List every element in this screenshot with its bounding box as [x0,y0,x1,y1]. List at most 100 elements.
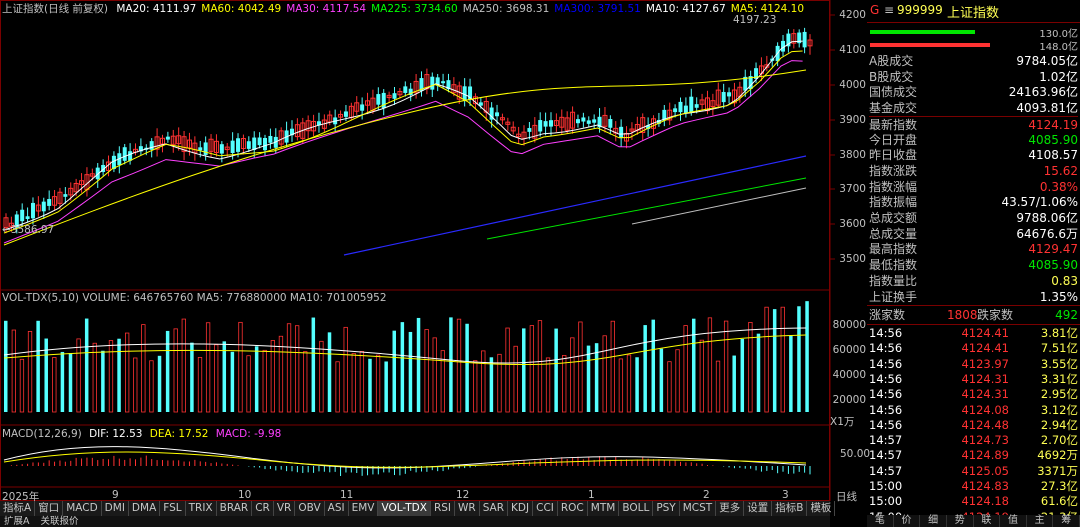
volume-bar [173,328,178,413]
candle-body [25,216,30,219]
indicator-tab[interactable]: BRAR [217,501,253,516]
volume-bar [465,323,469,412]
kline-chart[interactable] [0,0,867,501]
indicator-tab[interactable]: ROC [558,501,588,516]
indicator-tab[interactable]: MTM [588,501,620,516]
panel-tab[interactable]: 笔 [867,515,894,527]
tick-volume: 3.55亿 [1040,356,1078,371]
tick-row: 14:56 4123.97 3.55亿 [869,356,1078,372]
volume-bar [602,335,607,413]
panel-tab[interactable]: 价 [894,515,921,527]
indicator-tab[interactable]: MACD [63,501,102,516]
indicator-tab[interactable]: PSY [653,501,680,516]
ma5-line [3,50,803,234]
quote-panel: G ≡ 999999 上证指数 130.0亿 148.0亿 A股成交 9784.0… [867,0,1080,527]
candle-body [441,81,446,84]
volume-bar [473,360,478,413]
volume-bar [424,329,429,413]
indicator-tab[interactable]: RSI [431,501,455,516]
stat-value: 15.62 [1043,163,1078,178]
menu-icon[interactable]: ≡ [884,3,894,17]
volume-bar [197,356,203,413]
volume-bar [230,351,235,412]
indicator-tab[interactable]: 模板 [807,501,836,516]
volume-header: VOL-TDX(5,10) VOLUME: 646765760 MA5: 776… [2,292,387,304]
volume-bar [68,353,73,412]
volume-bar [675,349,680,413]
tick-row: 14:57 4124.73 2.70亿 [869,432,1078,448]
stat-value: 4085.90 [1028,258,1078,273]
tick-price: 4125.05 [961,463,1009,478]
indicator-tab[interactable]: BOLL [619,501,654,516]
indicator-tab[interactable]: CCI [533,501,558,516]
panel-tab[interactable]: 势 [947,515,974,527]
group-icon[interactable]: G [870,3,879,17]
panel-tab[interactable]: 筹 [1053,515,1080,527]
volume-bar [238,321,243,413]
volume-bar [351,353,356,413]
expand-a-tab[interactable]: 扩展A [0,516,34,527]
volume-bar [554,328,558,412]
indicator-tab[interactable]: CR [252,501,274,516]
volume-bar [505,327,510,413]
indicator-tab[interactable]: VR [274,501,296,516]
tick-row: 14:56 4124.08 3.12亿 [869,402,1078,418]
indicator-tab[interactable]: WR [455,501,480,516]
volume-bar [327,332,332,412]
indicator-tab[interactable]: ASI [325,501,349,516]
chart-area[interactable]: 上证指数(日线 前复权) MA20: 4111.97 MA60: 4042.49 M… [0,0,870,504]
indicator-tab[interactable]: DMA [129,501,161,516]
indicator-tab[interactable]: 指标A [0,501,36,516]
indicator-tab[interactable]: 更多 [716,501,745,516]
volume-tick-label: 40000 [832,369,866,381]
price-tick-label: 4200 [839,9,866,21]
panel-tab[interactable]: 主 [1027,515,1054,527]
indicator-tab[interactable]: KDJ [508,501,534,516]
stat-value: 4129.47 [1028,242,1078,257]
stat-label: 最高指数 [869,242,918,257]
volume-bar [578,321,583,413]
indicator-tab[interactable]: 设置 [744,501,773,516]
volume-bar [570,337,575,413]
stat-row: 指数振幅 43.57/1.06% [869,194,1078,210]
volume-bar [101,350,105,412]
candle-body [230,140,235,154]
stat-label: 指数振幅 [869,195,918,210]
candle-body [673,108,678,113]
indicator-tab[interactable]: TRIX [186,501,217,516]
tick-time: 14:56 [869,417,903,432]
stat-label: 总成交量 [869,226,918,241]
candle-body [257,137,262,146]
candle-body [802,31,807,48]
tick-volume: 2.70亿 [1040,433,1078,448]
period-label[interactable]: 日线 [836,489,857,504]
indicator-tab[interactable]: OBV [295,501,325,516]
indicator-tab[interactable]: VOL-TDX [378,501,431,516]
date-tick-label: 11 [340,489,354,501]
panel-tab[interactable]: 联 [974,515,1001,527]
candle-body [608,119,613,128]
indicator-tab[interactable]: DMI [102,501,129,516]
candle-body [122,147,127,161]
volume-bar [84,318,89,412]
stat-value: 4124.19 [1028,117,1078,132]
volume-bar [117,338,121,412]
stat-label: 基金成交 [869,101,918,116]
panel-tab[interactable]: 细 [920,515,947,527]
indicator-tab[interactable]: 窗口 [35,501,64,516]
volume-bar [594,343,599,412]
indicator-tab[interactable]: EMV [349,501,379,516]
related-quote-tab[interactable]: 关联报价 [37,516,83,527]
indicator-tab[interactable]: MCST [680,501,717,516]
panel-tab[interactable]: 值 [1000,515,1027,527]
tick-time: 14:56 [869,387,903,402]
sell-strength-bar [870,43,990,47]
volume-bar [214,344,219,413]
price-tick-label: 3900 [839,114,866,126]
tick-time: 14:56 [869,326,903,340]
tick-time: 15:00 [869,494,903,509]
indicator-tab[interactable]: 指标B [772,501,808,516]
indicator-tab[interactable]: SAR [480,501,509,516]
indicator-tab[interactable]: FSL [160,501,186,516]
tick-row: 15:00 4124.18 61.6亿 [869,493,1078,509]
